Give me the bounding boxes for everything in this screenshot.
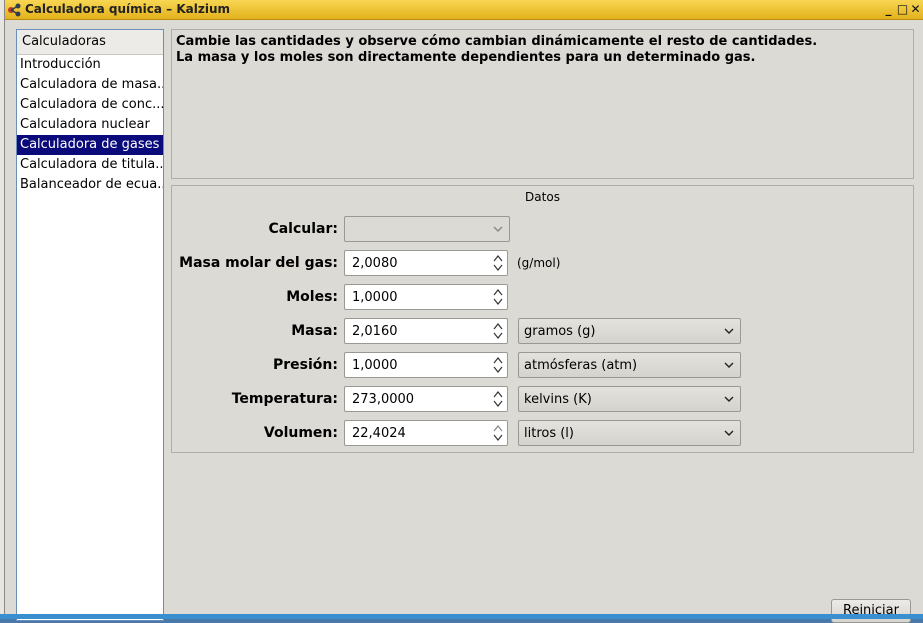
masa-molar-unit: (g/mol) (517, 256, 561, 270)
spin-arrows-icon[interactable] (493, 253, 503, 273)
temperatura-unit-combo[interactable]: kelvins (K) (518, 386, 741, 412)
sidebar-item-titulacion[interactable]: Calculadora de titula... (17, 155, 163, 175)
row-masa: Masa: 2,0160 gramos (g) (172, 318, 913, 346)
sidebar-item-masa[interactable]: Calculadora de masa... (17, 75, 163, 95)
taskbar (0, 614, 923, 619)
description-text: Cambie las cantidades y observe cómo cam… (176, 34, 913, 66)
moles-spinbox[interactable]: 1,0000 (344, 284, 508, 310)
sidebar-item-nuclear[interactable]: Calculadora nuclear (17, 115, 163, 135)
calcular-label: Calcular: (268, 221, 338, 237)
calculator-list-header[interactable]: Calculadoras (17, 30, 163, 55)
masa-molar-spinbox[interactable]: 2,0080 (344, 250, 508, 276)
temperatura-spinbox[interactable]: 273,0000 (344, 386, 508, 412)
minimize-icon[interactable]: _ (882, 1, 895, 17)
row-temperatura: Temperatura: 273,0000 kelvins (K) (172, 386, 913, 414)
temperatura-label: Temperatura: (231, 391, 338, 407)
volumen-label: Volumen: (263, 425, 338, 441)
maximize-icon[interactable]: □ (896, 1, 909, 17)
volumen-value: 22,4024 (352, 426, 406, 441)
presion-unit-value: atmósferas (atm) (524, 358, 638, 373)
row-calcular: Calcular: (172, 216, 913, 244)
moles-value: 1,0000 (352, 290, 398, 305)
volumen-spinbox[interactable]: 22,4024 (344, 420, 508, 446)
masa-unit-value: gramos (g) (524, 324, 596, 339)
spin-arrows-icon[interactable] (493, 355, 503, 375)
datos-title: Datos (525, 190, 560, 204)
presion-unit-combo[interactable]: atmósferas (atm) (518, 352, 741, 378)
masa-value: 2,0160 (352, 324, 398, 339)
window-title: Calculadora química – Kalzium (25, 2, 230, 16)
presion-value: 1,0000 (352, 358, 398, 373)
sidebar-item-balanceador[interactable]: Balanceador de ecua... (17, 175, 163, 195)
sidebar-item-gases[interactable]: Calculadora de gases (17, 135, 163, 155)
title-bar[interactable]: Calculadora química – Kalzium _ □ ✕ (5, 0, 923, 20)
volumen-unit-value: litros (l) (524, 426, 574, 441)
chevron-down-icon (493, 226, 503, 232)
spin-arrows-icon[interactable] (493, 321, 503, 341)
chevron-down-icon (724, 362, 734, 368)
spin-arrows-icon[interactable] (493, 423, 503, 443)
sidebar-item-introduccion[interactable]: Introducción (17, 55, 163, 75)
row-moles: Moles: 1,0000 (172, 284, 913, 312)
masa-molar-value: 2,0080 (352, 256, 398, 271)
chevron-down-icon (724, 396, 734, 402)
presion-label: Presión: (273, 357, 338, 373)
row-volumen: Volumen: 22,4024 litros (l) (172, 420, 913, 448)
row-masa-molar: Masa molar del gas: 2,0080 (g/mol) (172, 250, 913, 278)
masa-unit-combo[interactable]: gramos (g) (518, 318, 741, 344)
temperatura-value: 273,0000 (352, 392, 415, 407)
spin-arrows-icon[interactable] (493, 389, 503, 409)
presion-spinbox[interactable]: 1,0000 (344, 352, 508, 378)
masa-molar-label: Masa molar del gas: (179, 255, 338, 271)
sidebar-item-concentracion[interactable]: Calculadora de conc... (17, 95, 163, 115)
masa-spinbox[interactable]: 2,0160 (344, 318, 508, 344)
kalzium-app-icon (8, 3, 21, 17)
temperatura-unit-value: kelvins (K) (524, 392, 592, 407)
chevron-down-icon (724, 430, 734, 436)
datos-groupbox: Datos Calcular: Masa molar del gas: 2,00… (171, 185, 914, 453)
row-presion: Presión: 1,0000 atmósferas (atm) (172, 352, 913, 380)
description-panel: Cambie las cantidades y observe cómo cam… (171, 29, 914, 179)
chevron-down-icon (724, 328, 734, 334)
calcular-combo[interactable] (344, 216, 510, 242)
app-window: Calculadora química – Kalzium _ □ ✕ Calc… (4, 0, 923, 623)
spin-arrows-icon[interactable] (493, 287, 503, 307)
reset-button[interactable]: Reiniciar (831, 599, 911, 623)
description-line-1: Cambie las cantidades y observe cómo cam… (176, 34, 818, 49)
moles-label: Moles: (286, 289, 338, 305)
masa-label: Masa: (291, 323, 338, 339)
volumen-unit-combo[interactable]: litros (l) (518, 420, 741, 446)
close-icon[interactable]: ✕ (909, 1, 922, 17)
calculator-list: Calculadoras Introducción Calculadora de… (16, 29, 164, 621)
description-line-2: La masa y los moles son directamente dep… (176, 50, 756, 65)
